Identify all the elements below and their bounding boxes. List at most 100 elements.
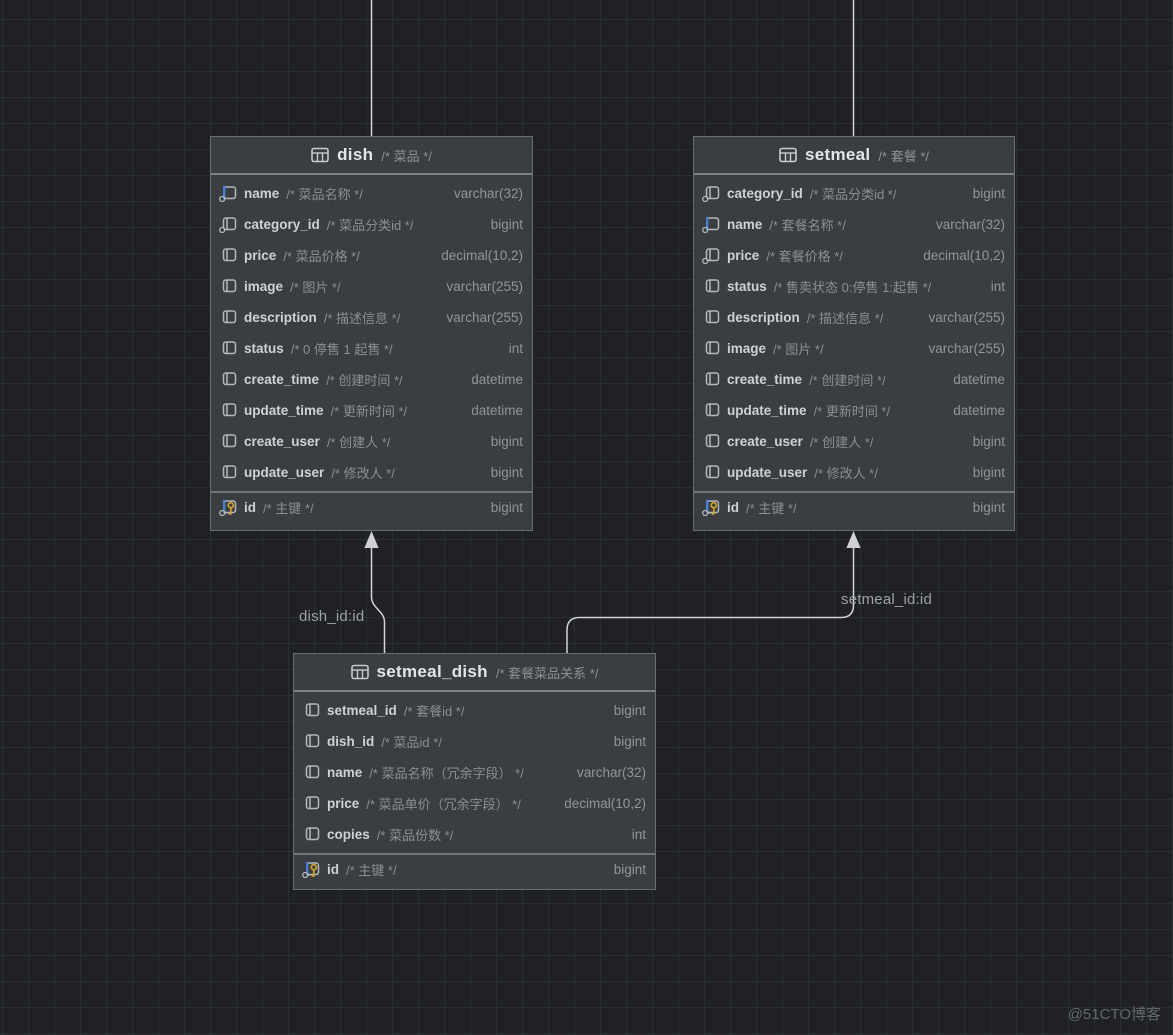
table-row[interactable]: create_user /* 创建人 */ bigint — [694, 426, 1014, 457]
table-row[interactable]: setmeal_id /* 套餐id */ bigint — [294, 695, 655, 726]
column-comment: /* 图片 */ — [290, 280, 341, 295]
column-list: category_id /* 菜品分类id */ bigint name /* 套餐名称… — [694, 175, 1014, 528]
table-row[interactable]: update_user /* 修改人 */ bigint — [694, 457, 1014, 488]
table-node-dish[interactable]: dish /* 菜品 */ name /* 菜品名称 */ varchar(32) c… — [210, 136, 533, 531]
column-type: bigint — [490, 500, 523, 515]
column-name: category_id — [727, 186, 803, 201]
column-type: int — [508, 341, 523, 356]
table-row[interactable]: description /* 描述信息 */ varchar(255) — [694, 302, 1014, 333]
column-icon — [219, 340, 238, 357]
column-type: int — [990, 279, 1005, 294]
column-name: name — [327, 765, 363, 780]
column-icon — [702, 402, 721, 419]
column-comment: /* 修改人 */ — [331, 466, 395, 481]
table-row[interactable]: category_id /* 菜品分类id */ bigint — [694, 178, 1014, 209]
table-header[interactable]: setmeal /* 套餐 */ — [694, 137, 1014, 175]
column-comment: /* 菜品份数 */ — [376, 828, 454, 843]
table-name: setmeal — [805, 145, 871, 164]
table-row[interactable]: category_id /* 菜品分类id */ bigint — [211, 209, 532, 240]
table-header[interactable]: dish /* 菜品 */ — [211, 137, 532, 175]
column-type: bigint — [613, 703, 646, 718]
column-comment: /* 套餐名称 */ — [769, 218, 846, 233]
table-icon — [350, 664, 369, 680]
column-name: update_time — [244, 403, 324, 418]
column-type: datetime — [953, 403, 1005, 418]
table-row[interactable]: price /* 菜品价格 */ decimal(10,2) — [211, 240, 532, 271]
column-comment: /* 售卖状态 0:停售 1:起售 */ — [773, 280, 932, 295]
column-icon — [702, 464, 721, 481]
column-name: status — [244, 341, 284, 356]
table-row[interactable]: image /* 图片 */ varchar(255) — [211, 271, 532, 302]
column-comment: /* 0 停售 1 起售 */ — [290, 342, 393, 357]
index-column-icon — [702, 185, 721, 202]
column-name: copies — [327, 827, 370, 842]
table-row[interactable]: image /* 图片 */ varchar(255) — [694, 333, 1014, 364]
column-comment: /* 菜品id */ — [381, 735, 442, 750]
column-icon — [219, 402, 238, 419]
table-row[interactable]: create_time /* 创建时间 */ datetime — [694, 364, 1014, 395]
column-comment: /* 套餐id */ — [403, 704, 465, 719]
column-type: bigint — [972, 186, 1005, 201]
arrowhead-dish-icon — [364, 531, 379, 548]
column-type: varchar(255) — [928, 310, 1005, 325]
table-row[interactable]: status /* 售卖状态 0:停售 1:起售 */ int — [694, 271, 1014, 302]
column-comment: /* 更新时间 */ — [330, 404, 408, 419]
table-row[interactable]: id /* 主键 */ bigint — [694, 491, 1014, 522]
table-row[interactable]: update_user /* 修改人 */ bigint — [211, 457, 532, 488]
table-row[interactable]: create_time /* 创建时间 */ datetime — [211, 364, 532, 395]
column-name: create_time — [727, 372, 803, 387]
column-comment: /* 创建时间 */ — [809, 373, 886, 388]
table-row[interactable]: price /* 套餐价格 */ decimal(10,2) — [694, 240, 1014, 271]
column-icon — [702, 309, 721, 326]
table-row[interactable]: id /* 主键 */ bigint — [211, 491, 532, 522]
primary-key-column-icon — [219, 499, 238, 516]
table-row[interactable]: id /* 主键 */ bigint — [294, 853, 655, 884]
column-comment: /* 主键 */ — [346, 863, 397, 878]
table-row[interactable]: name /* 菜品名称（冗余字段） */ varchar(32) — [294, 757, 655, 788]
column-type: datetime — [953, 372, 1005, 387]
column-icon — [219, 247, 238, 264]
column-name: update_time — [727, 403, 807, 418]
column-comment: /* 菜品分类id */ — [326, 218, 414, 233]
index-column-icon — [219, 216, 238, 233]
column-icon — [702, 371, 721, 388]
column-comment: /* 描述信息 */ — [806, 311, 884, 326]
table-header[interactable]: setmeal_dish /* 套餐菜品关系 */ — [294, 654, 655, 692]
column-comment: /* 描述信息 */ — [323, 311, 401, 326]
table-node-setmeal-dish[interactable]: setmeal_dish /* 套餐菜品关系 */ setmeal_id /* 套… — [293, 653, 656, 890]
column-name: id — [727, 500, 739, 515]
column-type: bigint — [972, 500, 1005, 515]
relation-line-dish-id[interactable] — [370, 547, 386, 654]
relation-line-setmeal-id[interactable] — [566, 547, 855, 654]
unique-index-column-icon — [702, 216, 721, 233]
column-type: varchar(255) — [928, 341, 1005, 356]
table-row[interactable]: name /* 套餐名称 */ varchar(32) — [694, 209, 1014, 240]
column-name: update_user — [244, 465, 325, 480]
column-comment: /* 套餐价格 */ — [766, 249, 843, 264]
column-type: varchar(255) — [446, 310, 523, 325]
column-type: bigint — [613, 734, 646, 749]
column-comment: /* 菜品名称（冗余字段） */ — [369, 766, 524, 781]
table-row[interactable]: name /* 菜品名称 */ varchar(32) — [211, 178, 532, 209]
table-node-setmeal[interactable]: setmeal /* 套餐 */ category_id /* 菜品分类id */… — [693, 136, 1015, 531]
column-icon — [219, 464, 238, 481]
index-column-icon — [702, 247, 721, 264]
column-list: name /* 菜品名称 */ varchar(32) category_id /* 菜… — [211, 175, 532, 528]
table-row[interactable]: description /* 描述信息 */ varchar(255) — [211, 302, 532, 333]
table-row[interactable]: status /* 0 停售 1 起售 */ int — [211, 333, 532, 364]
table-row[interactable]: update_time /* 更新时间 */ datetime — [694, 395, 1014, 426]
table-row[interactable]: dish_id /* 菜品id */ bigint — [294, 726, 655, 757]
table-row[interactable]: price /* 菜品单价（冗余字段） */ decimal(10,2) — [294, 788, 655, 819]
column-name: name — [727, 217, 763, 232]
column-name: name — [244, 186, 280, 201]
column-type: bigint — [490, 465, 523, 480]
column-comment: /* 菜品单价（冗余字段） */ — [366, 797, 521, 812]
diagram-canvas[interactable]: dish_id:id setmeal_id:id dish /* 菜品 */ n… — [0, 0, 1173, 1035]
column-type: bigint — [490, 434, 523, 449]
table-row[interactable]: copies /* 菜品份数 */ int — [294, 819, 655, 850]
table-row[interactable]: create_user /* 创建人 */ bigint — [211, 426, 532, 457]
table-row[interactable]: update_time /* 更新时间 */ datetime — [211, 395, 532, 426]
column-name: create_user — [727, 434, 803, 449]
column-icon — [219, 278, 238, 295]
column-name: description — [727, 310, 800, 325]
